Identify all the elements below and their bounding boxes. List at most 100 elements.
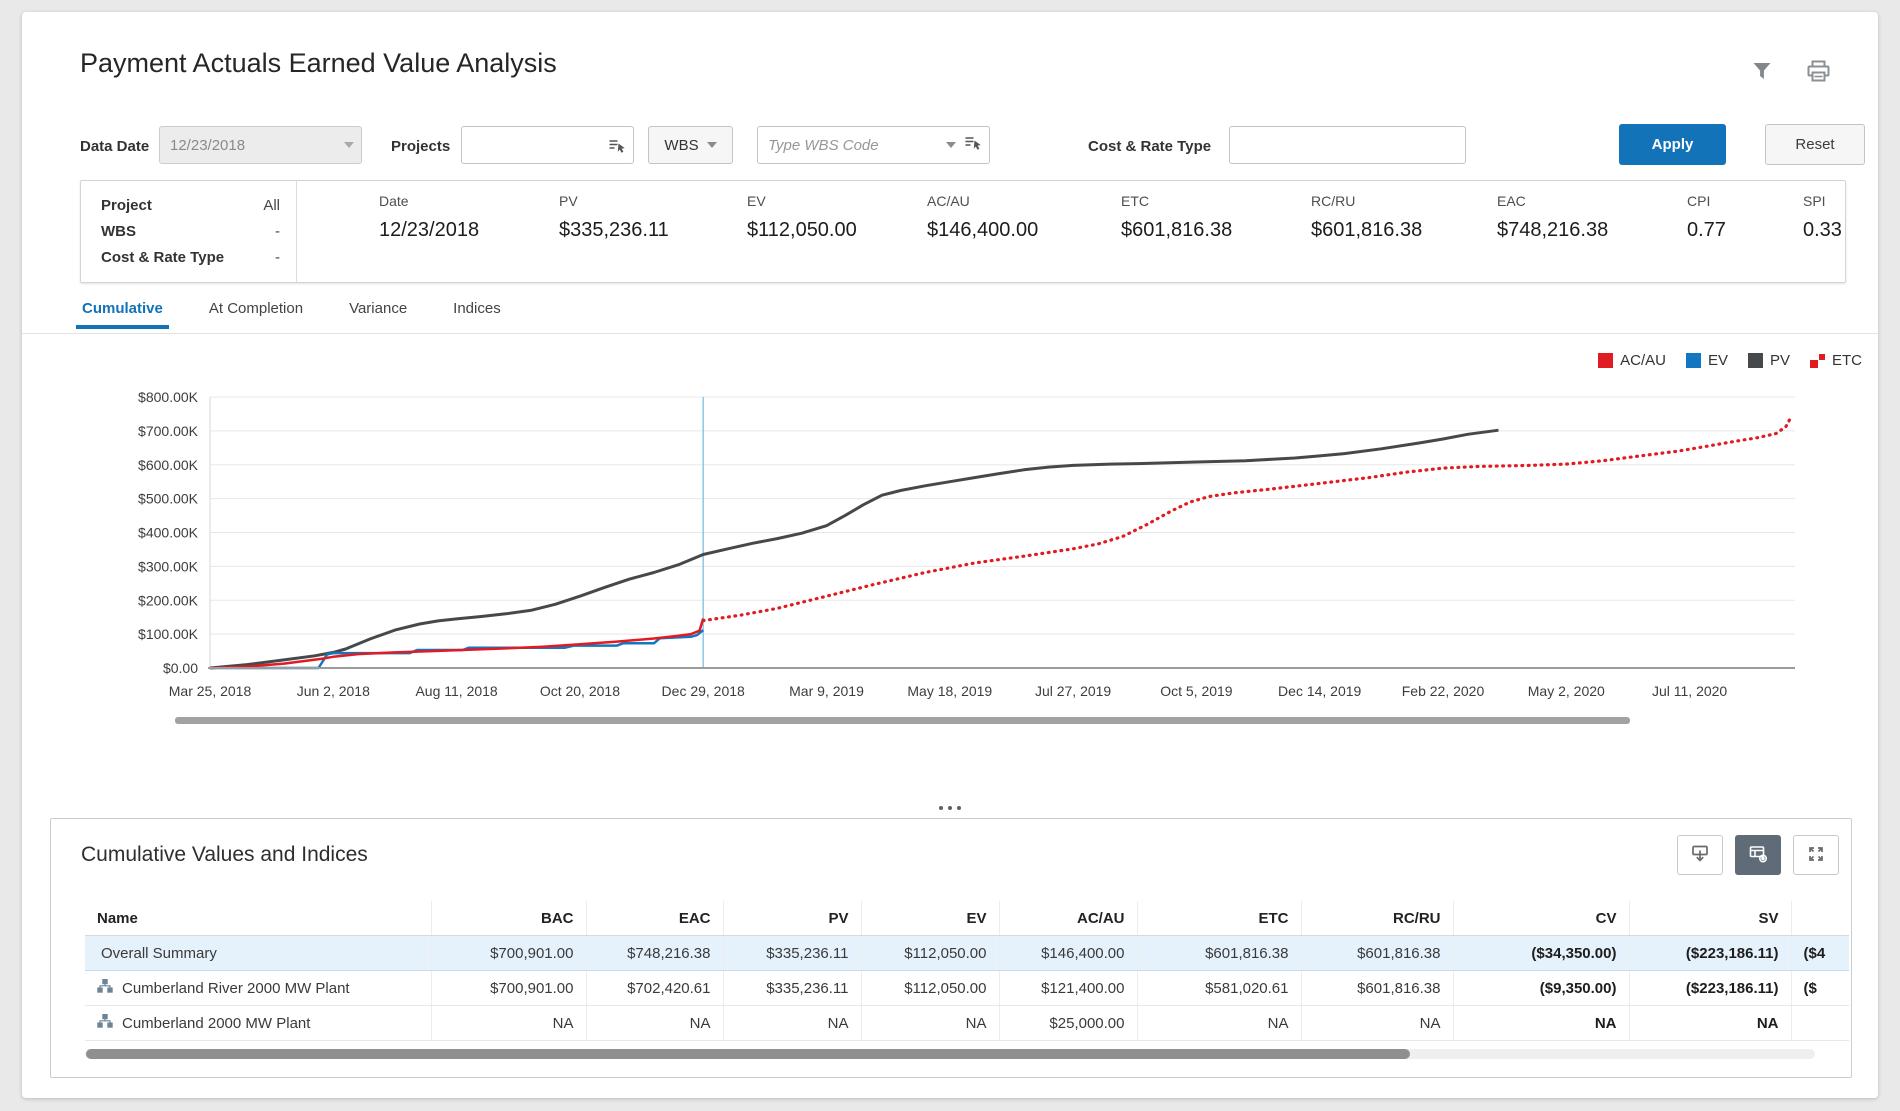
cell-ev: $112,050.00 — [861, 971, 999, 1006]
column-header-ev[interactable]: EV — [861, 901, 999, 936]
cell-sv: NA — [1629, 1006, 1791, 1041]
axis-tick-label: Mar 9, 2019 — [789, 683, 864, 699]
chart-series-pv — [210, 430, 1499, 668]
panel-title: Cumulative Values and Indices — [81, 843, 368, 867]
legend-label: EV — [1708, 352, 1728, 369]
summary-metric-pv: PV$335,236.11 — [559, 193, 669, 242]
chart-legend: AC/AU EV PV ETC — [1598, 352, 1862, 369]
summary-scope-value: - — [275, 219, 280, 245]
legend-item-etc[interactable]: ETC — [1810, 352, 1862, 369]
axis-tick-label: $600.00K — [138, 457, 199, 473]
column-header-bac[interactable]: BAC — [431, 901, 586, 936]
column-header-acau[interactable]: AC/AU — [999, 901, 1137, 936]
column-header-partial[interactable] — [1791, 901, 1849, 936]
filter-button[interactable] — [1744, 56, 1780, 90]
summary-metric-acau: AC/AU$146,400.00 — [927, 193, 1038, 242]
summary-metric-cpi: CPI0.77 — [1687, 193, 1726, 242]
sitemap-icon — [97, 979, 113, 997]
chart-scrollbar[interactable] — [175, 717, 1630, 724]
app-card: Payment Actuals Earned Value Analysis Da… — [22, 12, 1878, 1098]
summary-metric-label: PV — [559, 193, 669, 209]
axis-tick-label: Oct 20, 2018 — [540, 683, 620, 699]
download-icon — [1690, 844, 1710, 867]
axis-tick-label: Feb 22, 2020 — [1402, 683, 1485, 699]
column-header-pv[interactable]: PV — [723, 901, 861, 936]
legend-swatch-dotted-icon — [1810, 353, 1825, 368]
legend-item-pv[interactable]: PV — [1748, 352, 1790, 369]
horizontal-scrollbar-track[interactable] — [85, 1049, 1815, 1059]
summary-metric-date: Date12/23/2018 — [379, 193, 479, 242]
column-header-rcru[interactable]: RC/RU — [1301, 901, 1453, 936]
row-name: Cumberland 2000 MW Plant — [122, 1015, 310, 1032]
print-button[interactable] — [1800, 56, 1836, 90]
table-settings-button[interactable] — [1735, 835, 1781, 875]
summary-metric-label: Date — [379, 193, 479, 209]
summary-scope-label: Cost & Rate Type — [101, 245, 224, 271]
chevron-down-icon[interactable] — [946, 142, 956, 148]
tab-at-completion[interactable]: At Completion — [207, 294, 305, 329]
data-date-input[interactable] — [159, 126, 362, 164]
table-row[interactable]: Overall Summary$700,901.00$748,216.38$33… — [85, 936, 1849, 971]
horizontal-scrollbar-thumb[interactable] — [86, 1049, 1410, 1059]
cell-sv: ($223,186.11) — [1629, 971, 1791, 1006]
cell-eac: NA — [586, 1006, 723, 1041]
axis-tick-label: Jul 27, 2019 — [1035, 683, 1111, 699]
cell-rcru: NA — [1301, 1006, 1453, 1041]
cost-rate-type-label: Cost & Rate Type — [1088, 138, 1211, 155]
table-row[interactable]: Cumberland River 2000 MW Plant$700,901.0… — [85, 971, 1849, 1006]
name-cell: Cumberland River 2000 MW Plant — [85, 971, 431, 1006]
cell-etc: $601,816.38 — [1137, 936, 1301, 971]
data-date-field-wrap — [159, 126, 362, 164]
tab-variance[interactable]: Variance — [347, 294, 409, 329]
axis-tick-label: Dec 29, 2018 — [662, 683, 745, 699]
cell-pv: $335,236.11 — [723, 936, 861, 971]
axis-tick-label: $300.00K — [138, 558, 199, 574]
evm-summary-panel: ProjectAllWBS-Cost & Rate Type- Date12/2… — [80, 180, 1846, 283]
reset-button[interactable]: Reset — [1765, 124, 1865, 165]
cell-rcru: $601,816.38 — [1301, 936, 1453, 971]
filter-icon — [1750, 60, 1774, 87]
column-header-etc[interactable]: ETC — [1137, 901, 1301, 936]
cumulative-values-panel: Cumulative Values and Indices NameBACEAC… — [50, 818, 1852, 1078]
column-header-sv[interactable]: SV — [1629, 901, 1791, 936]
row-name: Overall Summary — [101, 945, 217, 962]
sitemap-icon — [97, 1014, 113, 1032]
table-row[interactable]: Cumberland 2000 MW PlantNANANANA$25,000.… — [85, 1006, 1849, 1041]
wbs-select[interactable]: WBS — [648, 126, 733, 164]
cell-partial: ($4 — [1791, 936, 1849, 971]
chart-tabs: Cumulative At Completion Variance Indices — [22, 294, 1878, 334]
panel-splitter-handle[interactable] — [929, 803, 971, 813]
name-cell: Cumberland 2000 MW Plant — [85, 1006, 431, 1041]
apply-button[interactable]: Apply — [1619, 124, 1726, 165]
summary-metric-value: $748,216.38 — [1497, 219, 1608, 242]
tab-cumulative[interactable]: Cumulative — [80, 294, 165, 329]
cell-etc: NA — [1137, 1006, 1301, 1041]
axis-tick-label: $500.00K — [138, 491, 199, 507]
column-header-name[interactable]: Name — [85, 901, 431, 936]
summary-metric-value: $601,816.38 — [1311, 219, 1422, 242]
list-picker-icon[interactable] — [964, 135, 982, 155]
summary-scope-value: - — [275, 245, 280, 271]
legend-item-acau[interactable]: AC/AU — [1598, 352, 1666, 369]
legend-swatch-icon — [1598, 353, 1613, 368]
column-header-cv[interactable]: CV — [1453, 901, 1629, 936]
page-title: Payment Actuals Earned Value Analysis — [80, 48, 557, 79]
axis-tick-label: $200.00K — [138, 592, 199, 608]
summary-metric-etc: ETC$601,816.38 — [1121, 193, 1232, 242]
expand-button[interactable] — [1793, 835, 1839, 875]
tab-indices[interactable]: Indices — [451, 294, 503, 329]
legend-item-ev[interactable]: EV — [1686, 352, 1728, 369]
summary-scope-row: Cost & Rate Type - — [101, 245, 280, 271]
axis-tick-label: Mar 25, 2018 — [169, 683, 252, 699]
column-header-eac[interactable]: EAC — [586, 901, 723, 936]
cost-rate-type-input[interactable] — [1229, 126, 1466, 164]
summary-scope-row: ProjectAll — [101, 193, 280, 219]
axis-tick-label: $400.00K — [138, 525, 199, 541]
cell-acau: $146,400.00 — [999, 936, 1137, 971]
axis-tick-label: $700.00K — [138, 423, 199, 439]
wbs-code-field-wrap — [757, 126, 990, 164]
download-button[interactable] — [1677, 835, 1723, 875]
cell-etc: $581,020.61 — [1137, 971, 1301, 1006]
cell-pv: $335,236.11 — [723, 971, 861, 1006]
list-picker-icon[interactable] — [608, 126, 626, 164]
